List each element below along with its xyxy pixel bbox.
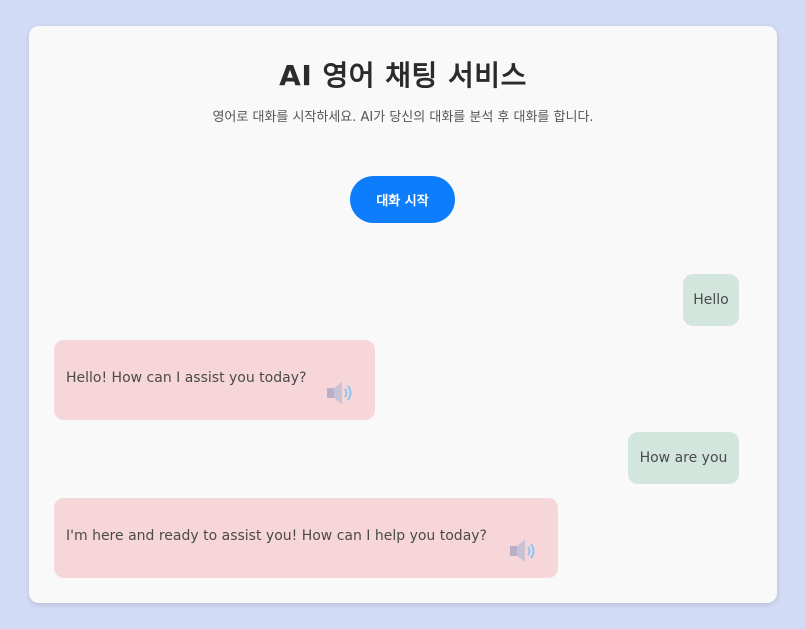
- start-conversation-button[interactable]: 대화 시작: [350, 176, 455, 223]
- message-text: How are you: [639, 450, 728, 466]
- ai-message: Hello! How can I assist you today?: [54, 340, 375, 420]
- speaker-icon[interactable]: [326, 380, 358, 406]
- page-subtitle: 영어로 대화를 시작하세요. AI가 당신의 대화를 분석 후 대화를 합니다.: [212, 110, 594, 125]
- page-title: AI 영어 채팅 서비스: [279, 59, 527, 92]
- speaker-icon[interactable]: [509, 538, 541, 564]
- message-text: Hello! How can I assist you today?: [66, 370, 307, 386]
- message-text: Hello: [693, 292, 729, 308]
- user-message: Hello: [683, 274, 739, 326]
- message-text: I'm here and ready to assist you! How ca…: [66, 528, 487, 544]
- ai-message: I'm here and ready to assist you! How ca…: [54, 498, 558, 578]
- user-message: How are you: [628, 432, 739, 484]
- chat-card: AI 영어 채팅 서비스 영어로 대화를 시작하세요. AI가 당신의 대화를 …: [29, 26, 777, 603]
